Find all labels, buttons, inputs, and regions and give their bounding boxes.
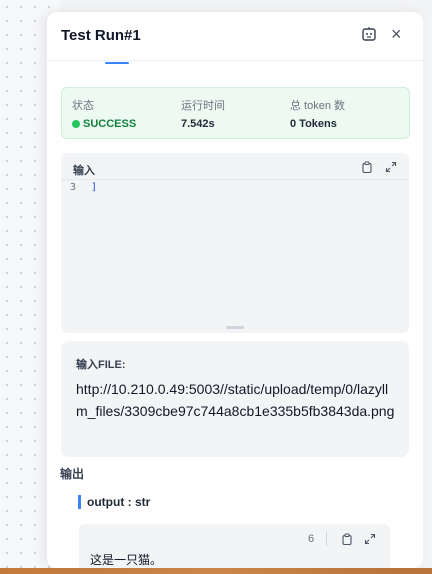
output-expand-icon[interactable]	[364, 533, 376, 545]
resize-handle[interactable]	[226, 326, 244, 329]
output-text: 这是一只猫。	[90, 553, 163, 567]
output-label: 输出	[60, 467, 85, 481]
file-label: 输入FILE:	[76, 359, 126, 371]
success-dot	[72, 120, 80, 128]
line-number: 3	[70, 182, 77, 193]
bottom-strip	[0, 568, 432, 574]
output-count-divider	[326, 532, 327, 546]
file-url: http://10.210.0.49:5003//static/upload/t…	[76, 381, 395, 419]
state-value: SUCCESS	[83, 118, 137, 130]
output-panel: 6 这是一只猫。	[79, 524, 390, 568]
output-count: 6	[308, 533, 315, 545]
token-value: 0 Tokens	[290, 118, 337, 130]
close-icon[interactable]: ×	[391, 25, 402, 43]
input-panel: 输入 3]	[61, 153, 409, 333]
time-label: 运行时间	[181, 100, 225, 112]
status-card: 状态 SUCCESS 运行时间 7.542s 总 token 数 0 Token…	[61, 87, 410, 139]
token-column: 总 token 数 0 Tokens	[290, 97, 345, 130]
state-value-row: SUCCESS	[72, 118, 136, 130]
state-label: 状态	[72, 100, 94, 112]
robot-icon[interactable]	[361, 26, 377, 42]
input-label: 输入	[73, 165, 95, 177]
expand-icon[interactable]	[385, 161, 397, 173]
panel-header: Test Run#1 ×	[47, 12, 423, 61]
test-run-panel: Test Run#1 × 状态 SUCCESS 运行时间 7.542s 总 to…	[47, 12, 423, 568]
panel-title: Test Run#1	[61, 27, 141, 44]
time-value: 7.542s	[181, 118, 215, 130]
active-tab-indicator	[105, 62, 129, 64]
output-type: output : str	[78, 495, 150, 509]
code-editor[interactable]: 3]	[70, 182, 97, 193]
code-line: ]	[91, 182, 98, 193]
input-divider	[61, 179, 409, 180]
state-column: 状态 SUCCESS	[72, 97, 136, 130]
time-column: 运行时间 7.542s	[181, 97, 225, 130]
token-label: 总 token 数	[290, 100, 346, 112]
output-copy-icon[interactable]	[341, 533, 353, 545]
file-input-panel: 输入FILE: http://10.210.0.49:5003//static/…	[61, 341, 409, 457]
copy-icon[interactable]	[361, 161, 373, 173]
